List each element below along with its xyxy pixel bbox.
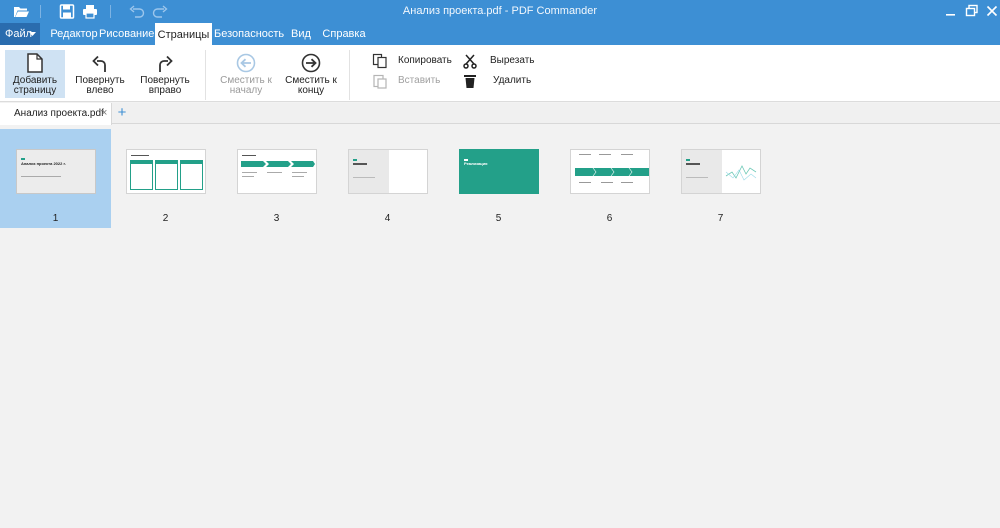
tab-editor[interactable]: Редактор [49,23,99,45]
page-thumbnail-item[interactable]: Реализация 5 [443,129,554,228]
cut-button[interactable]: Вырезать [462,53,542,69]
chevron-down-icon [29,32,36,36]
tab-drawing[interactable]: Рисование [99,23,154,45]
move-to-end-button[interactable]: Сместить к концу [282,50,340,98]
title-bar: Анализ проекта.pdf - PDF Commander [0,0,1000,23]
file-menu-button[interactable]: Файл [0,23,40,45]
add-page-button[interactable]: Добавить страницу [5,50,65,98]
rotate-right-button[interactable]: Повернуть вправо [136,50,194,98]
window-title: Анализ проекта.pdf - PDF Commander [402,5,598,17]
page-number: 7 [717,213,724,224]
arrow-left-circle-icon [236,53,256,73]
delete-label: Удалить [493,75,532,86]
tab-pages[interactable]: Страницы [155,23,212,46]
close-tab-icon[interactable]: × [101,103,107,124]
document-tab-bar: Анализ проекта.pdf × + [0,103,1000,125]
page-thumbnail-item[interactable]: 4 [332,129,443,228]
copy-button[interactable]: Копировать [372,53,452,69]
page-thumbnail [237,149,317,194]
rotate-left-icon [92,55,106,72]
add-tab-icon[interactable]: + [115,104,129,122]
close-icon[interactable] [985,4,999,18]
thumb-title: Реализация [464,161,488,166]
paste-button[interactable]: Вставить [372,73,452,89]
page-number: 2 [162,213,169,224]
page-thumbnail-item[interactable]: 3 [221,129,332,228]
rotate-left-button[interactable]: Повернуть влево [72,50,128,98]
page-grid: Анализ проекта 2022 г. 1 2 3 4 Реализаци… [0,125,1000,528]
add-page-label-2: страницу [13,85,57,96]
rotate-right-icon [159,55,173,72]
page-thumbnail: Реализация [459,149,539,194]
paste-label: Вставить [398,75,441,86]
thumb-title: Анализ проекта 2022 г. [21,161,66,166]
page-thumbnail: Анализ проекта 2022 г. [16,149,96,194]
page-number: 6 [606,213,613,224]
page-thumbnail-item[interactable]: 6 [554,129,665,228]
menu-bar: Файл Редактор Рисование Страницы Безопас… [0,23,1000,46]
arrow-right-circle-icon [301,53,321,73]
rotate-right-label-2: вправо [148,85,182,96]
delete-button[interactable]: Удалить [462,73,542,89]
page-thumbnail [681,149,761,194]
move-to-end-label-2: концу [297,85,325,96]
trash-icon [464,75,476,88]
copy-icon [372,53,387,69]
page-number: 3 [273,213,280,224]
page-thumbnail-item[interactable]: 7 [665,129,776,228]
page-number: 4 [384,213,391,224]
page-number: 5 [495,213,502,224]
ribbon-separator [349,50,350,100]
page-thumbnail-item[interactable]: Анализ проекта 2022 г. 1 [0,129,111,228]
page-number: 1 [52,213,59,224]
move-to-start-button[interactable]: Сместить к началу [216,50,276,98]
move-to-start-label-2: началу [229,85,263,96]
tab-view[interactable]: Вид [287,23,315,45]
restore-icon[interactable] [965,4,979,18]
blank-page-icon [27,53,43,73]
page-thumbnail-item[interactable]: 2 [110,129,221,228]
minimize-icon[interactable] [944,4,958,18]
paste-icon [373,74,387,89]
cut-label: Вырезать [490,55,535,66]
thumb-accent [21,158,25,160]
document-tab[interactable]: Анализ проекта.pdf × [0,103,112,125]
document-tab-name: Анализ проекта.pdf [14,108,104,119]
page-thumbnail [570,149,650,194]
page-thumbnail [348,149,428,194]
scissors-icon [463,54,477,69]
thumb-line [21,176,61,177]
tab-help[interactable]: Справка [322,23,366,45]
page-thumbnail [126,149,206,194]
ribbon-separator [205,50,206,100]
ribbon-toolbar: Добавить страницу Повернуть влево Поверн… [0,45,1000,102]
copy-label: Копировать [398,55,452,66]
rotate-left-label-2: влево [86,85,114,96]
file-menu-label: Файл [5,28,33,40]
tab-security[interactable]: Безопасность [214,23,284,45]
